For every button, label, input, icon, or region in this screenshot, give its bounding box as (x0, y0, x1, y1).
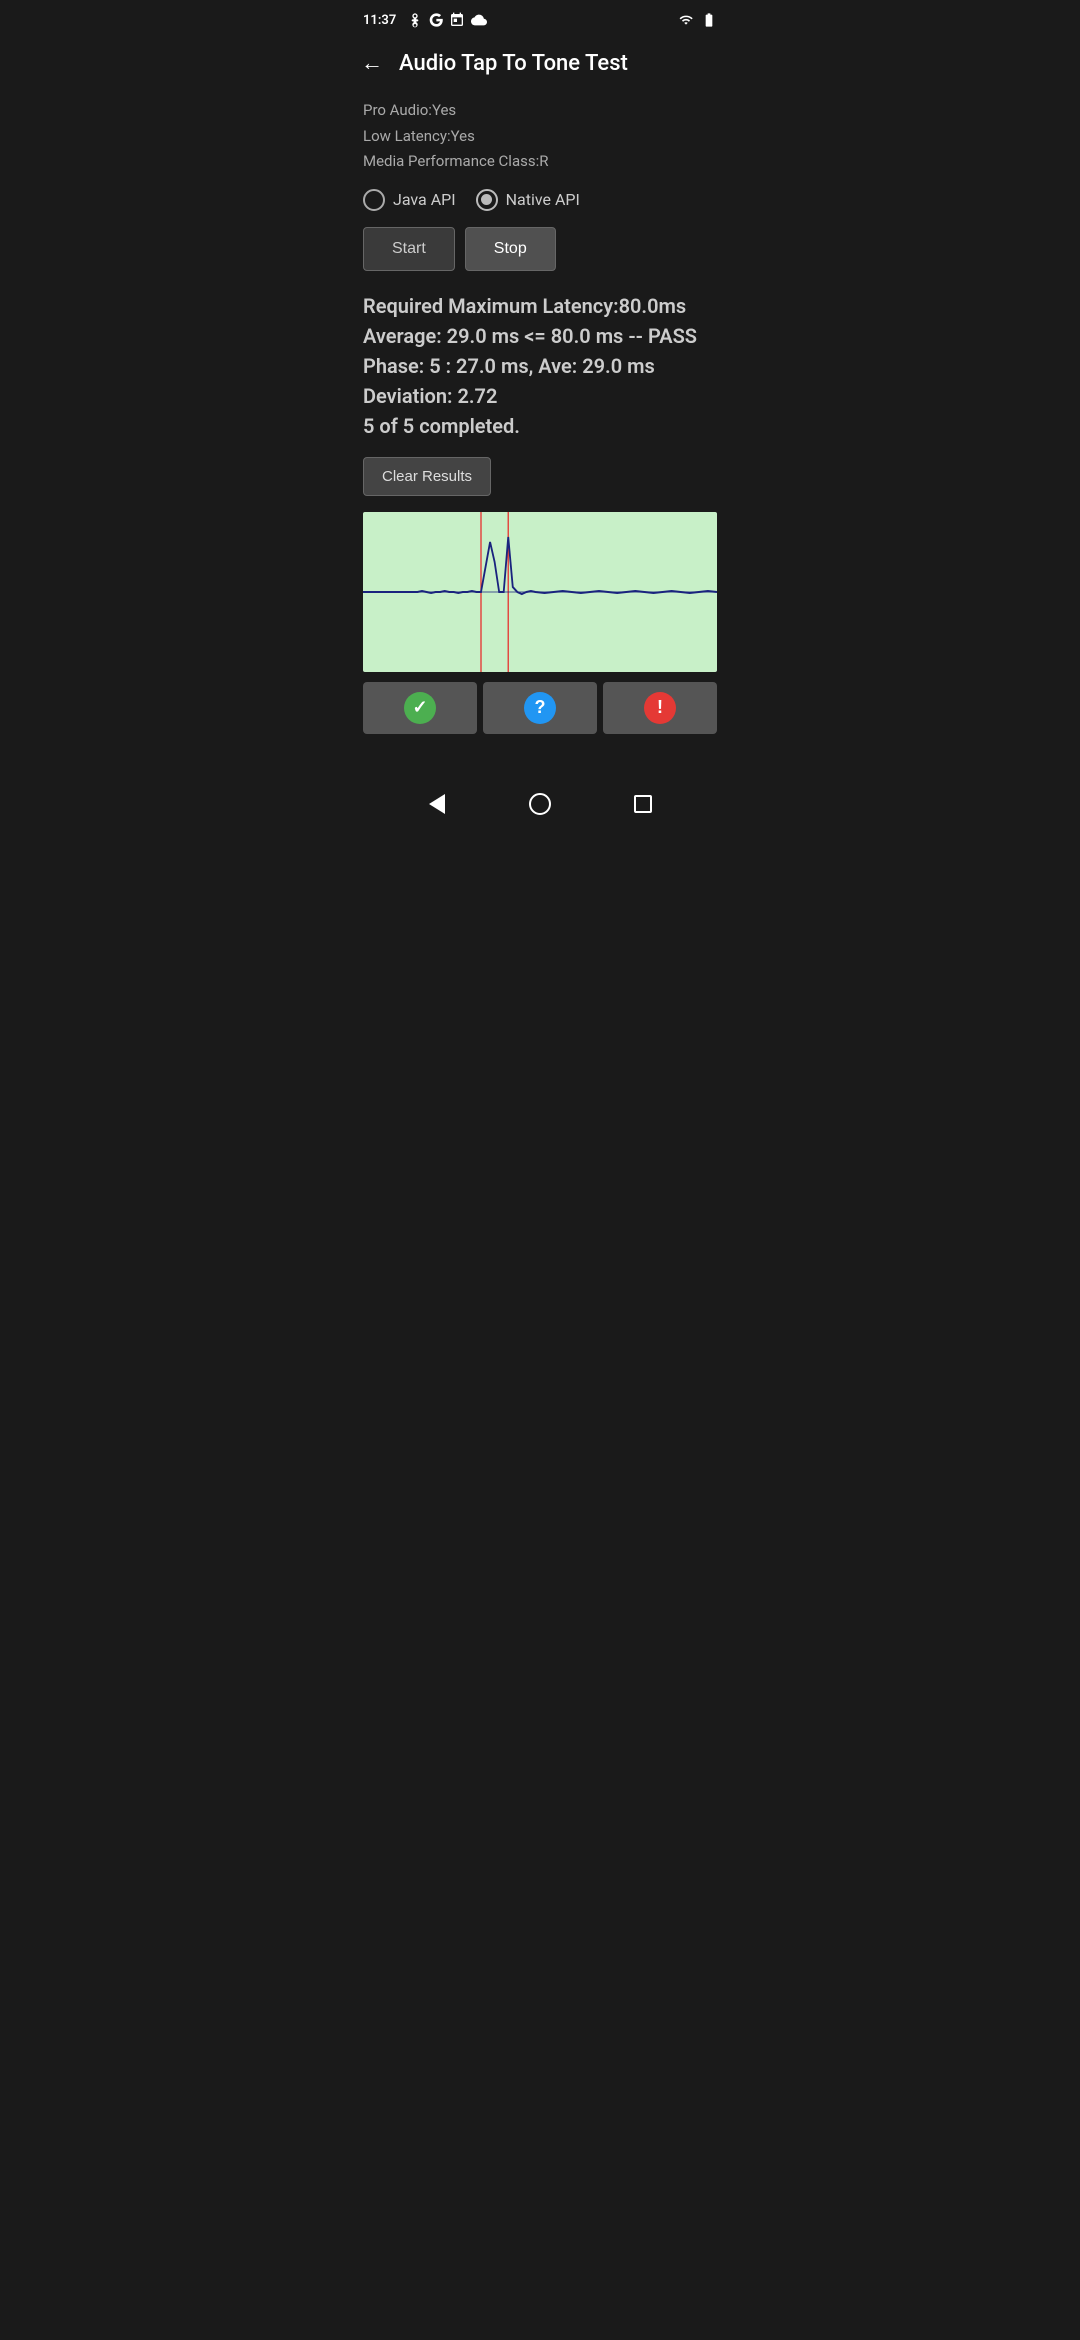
check-icon: ✓ (404, 692, 436, 724)
page-title: Audio Tap To Tone Test (399, 51, 628, 76)
nav-recent-button[interactable] (623, 784, 663, 824)
status-icons-right (677, 12, 717, 28)
result-line-1: Required Maximum Latency:80.0ms (363, 291, 717, 321)
nav-bar (345, 772, 735, 844)
battery-icon (701, 12, 717, 28)
native-api-radio[interactable] (476, 189, 498, 211)
nav-home-button[interactable] (520, 784, 560, 824)
java-api-radio[interactable] (363, 189, 385, 211)
control-buttons: Start Stop (363, 227, 717, 271)
java-api-label: Java API (393, 190, 456, 209)
back-button[interactable]: ← (361, 50, 383, 76)
media-perf-info: Media Performance Class:R (363, 149, 717, 175)
google-icon (428, 12, 444, 28)
warning-button[interactable]: ! (603, 682, 717, 734)
question-icon: ? (524, 692, 556, 724)
api-selection-group: Java API Native API (363, 189, 717, 211)
native-api-label: Native API (506, 190, 580, 209)
fan-icon (407, 12, 423, 28)
status-time: 11:37 (363, 13, 396, 28)
device-info: Pro Audio:Yes Low Latency:Yes Media Perf… (363, 98, 717, 175)
status-bar: 11:37 (345, 0, 735, 36)
clear-results-button[interactable]: Clear Results (363, 457, 491, 496)
recent-square-icon (634, 795, 652, 813)
warning-icon: ! (644, 692, 676, 724)
java-api-option[interactable]: Java API (363, 189, 456, 211)
start-button[interactable]: Start (363, 227, 455, 271)
calendar-icon (449, 12, 465, 28)
home-circle-icon (529, 793, 551, 815)
wifi-icon (677, 13, 695, 27)
low-latency-info: Low Latency:Yes (363, 124, 717, 150)
back-triangle-icon (429, 794, 445, 814)
result-line-3: Phase: 5 : 27.0 ms, Ave: 29.0 ms (363, 351, 717, 381)
cloud-icon (470, 12, 488, 28)
pass-button[interactable]: ✓ (363, 682, 477, 734)
native-api-option[interactable]: Native API (476, 189, 580, 211)
pro-audio-info: Pro Audio:Yes (363, 98, 717, 124)
result-line-2: Average: 29.0 ms <= 80.0 ms -- PASS (363, 321, 717, 351)
action-buttons-row: ✓ ? ! (363, 682, 717, 734)
results-section: Required Maximum Latency:80.0ms Average:… (363, 291, 717, 441)
main-content: Pro Audio:Yes Low Latency:Yes Media Perf… (345, 90, 735, 772)
waveform-svg (363, 512, 717, 672)
nav-back-button[interactable] (417, 784, 457, 824)
stop-button[interactable]: Stop (465, 227, 556, 271)
waveform-display (363, 512, 717, 672)
result-line-4: Deviation: 2.72 (363, 381, 717, 411)
top-bar: ← Audio Tap To Tone Test (345, 36, 735, 90)
question-button[interactable]: ? (483, 682, 597, 734)
result-line-5: 5 of 5 completed. (363, 411, 717, 441)
